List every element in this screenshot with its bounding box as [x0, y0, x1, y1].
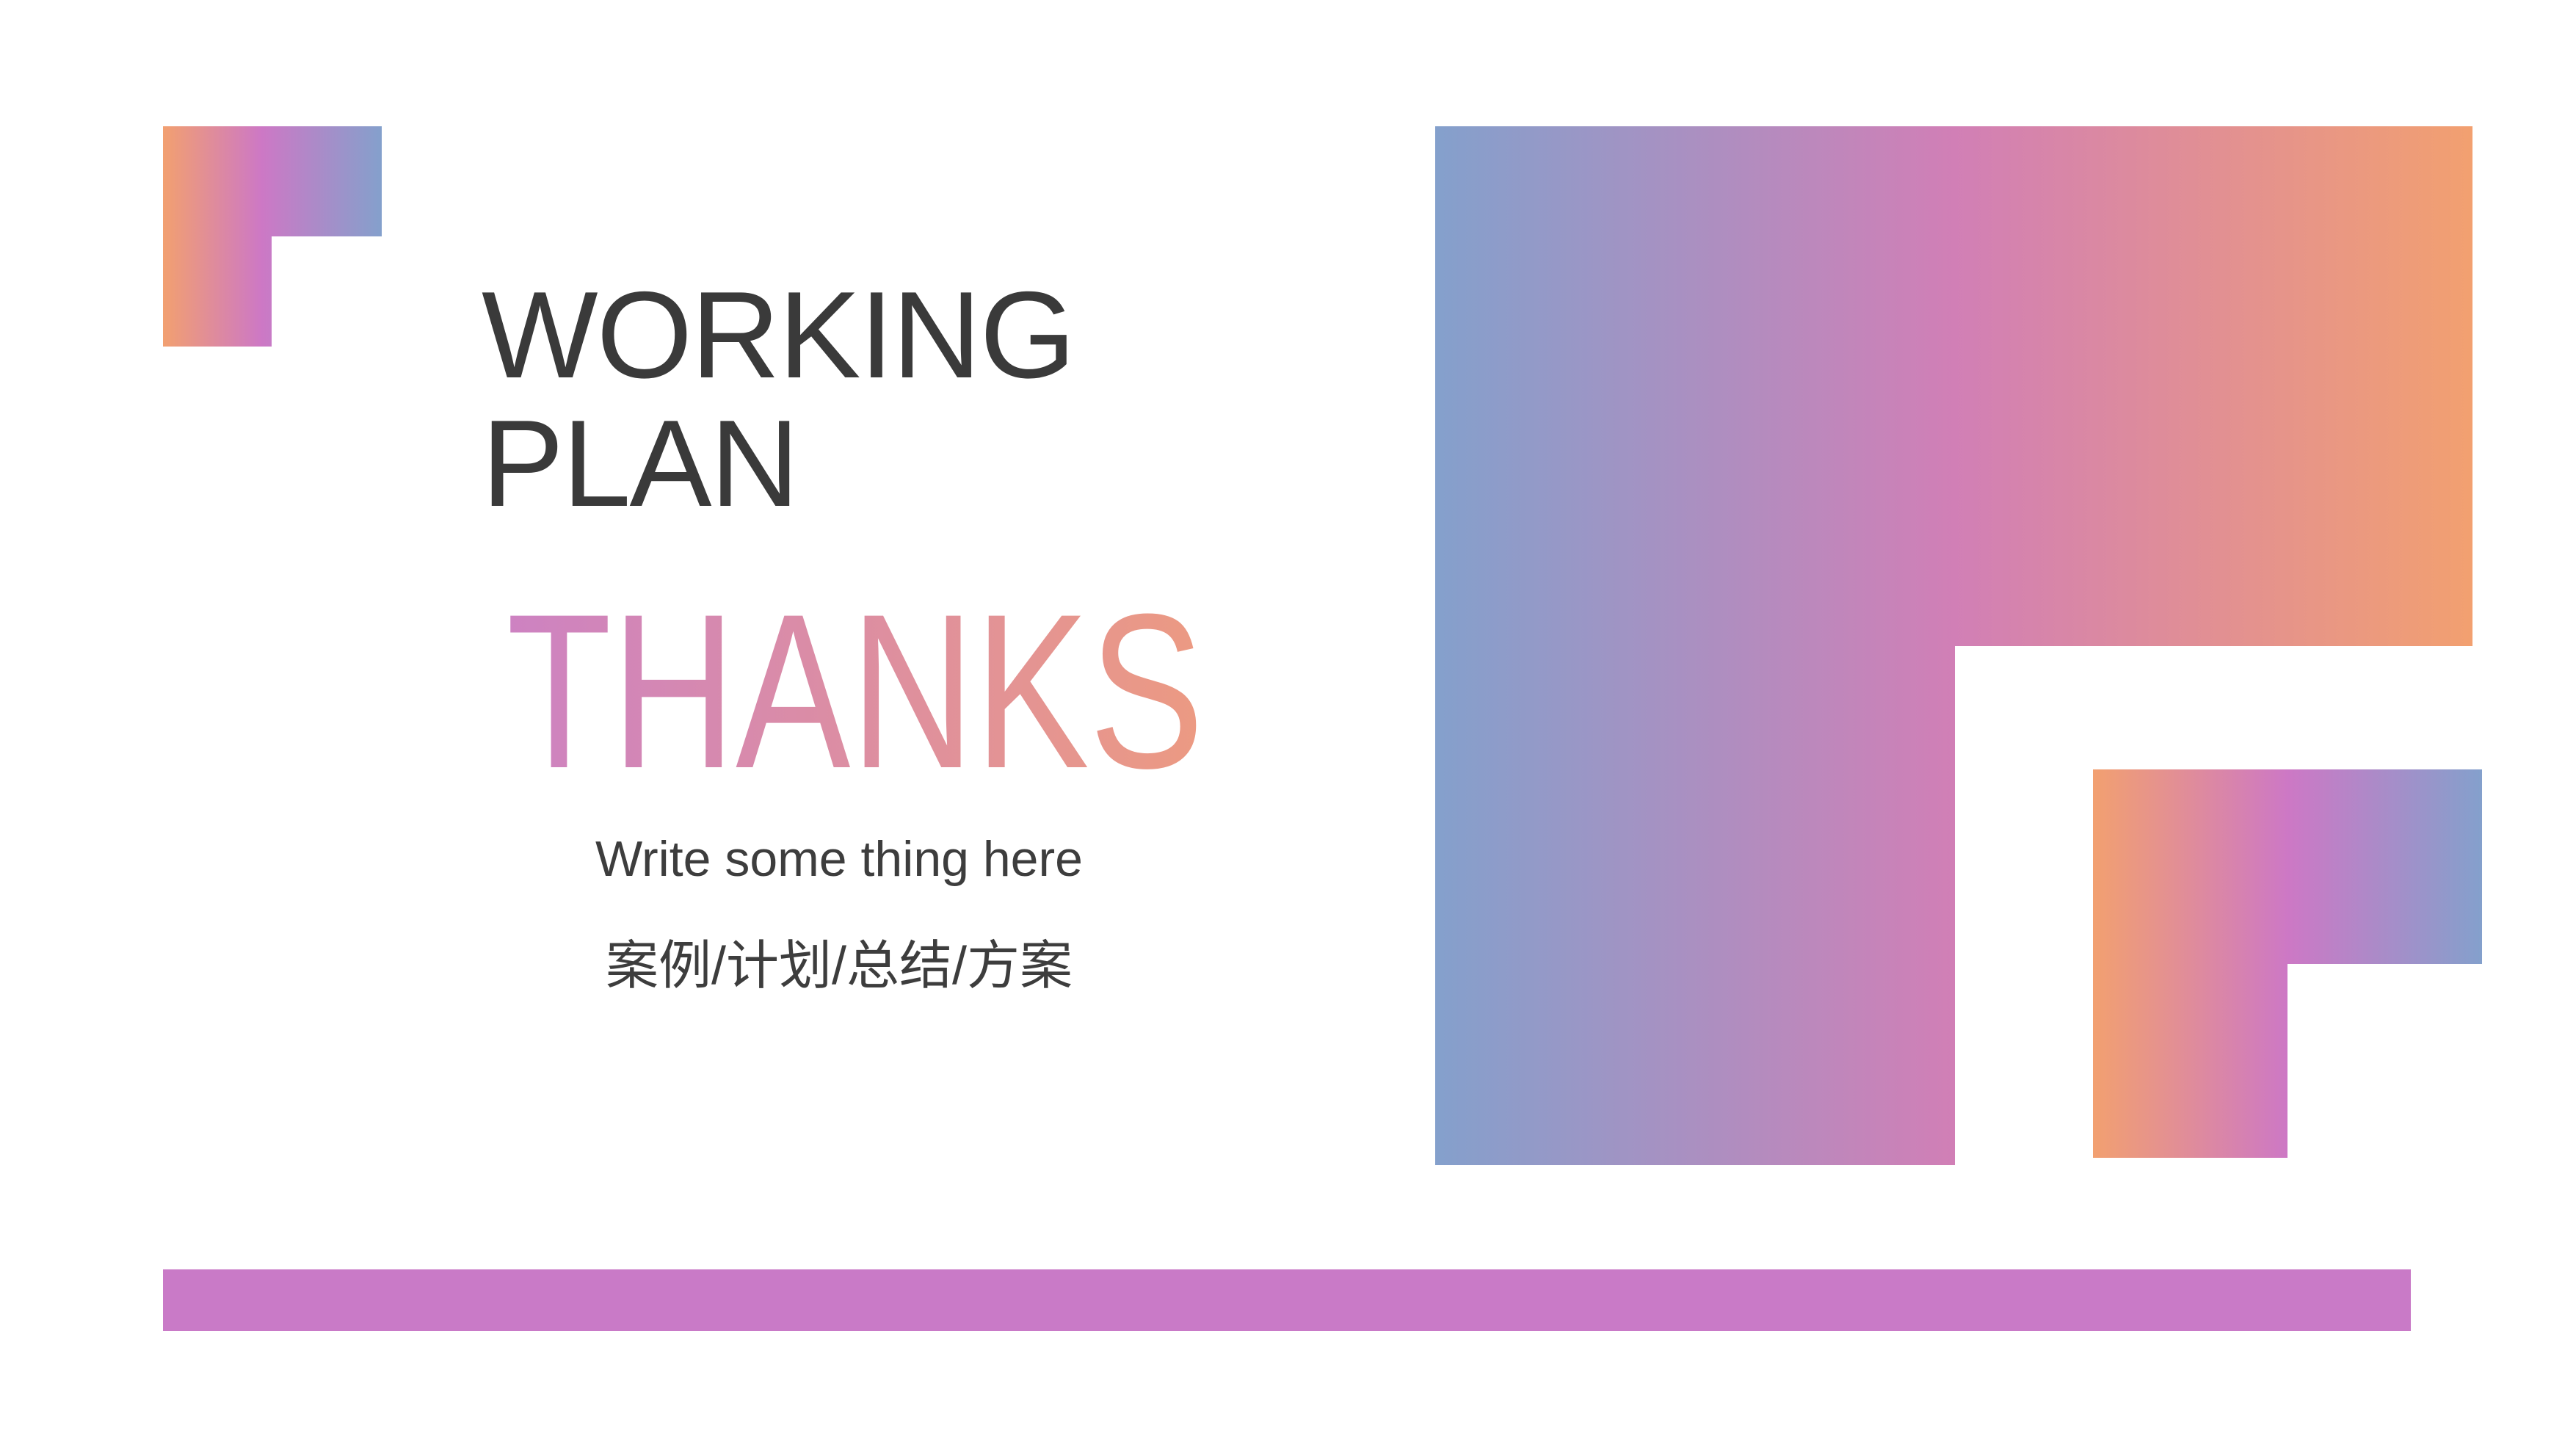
thanks-text: THANKS — [507, 602, 1204, 793]
thanks-heading: THANKS — [0, 602, 2576, 793]
subtitle-english: Write some thing here — [595, 831, 1083, 887]
title-line-plan: PLAN — [482, 394, 799, 532]
subtitle-chinese: 案例/计划/总结/方案 — [605, 937, 1073, 996]
bottom-accent-bar — [163, 1269, 2411, 1331]
title-line-working: WORKING — [482, 266, 1075, 404]
thanks-slide: WORKING PLAN THANKS Write some thing her… — [0, 0, 2576, 1450]
corner-decoration-top-left — [163, 126, 382, 347]
small-gradient-block — [2093, 769, 2482, 1158]
